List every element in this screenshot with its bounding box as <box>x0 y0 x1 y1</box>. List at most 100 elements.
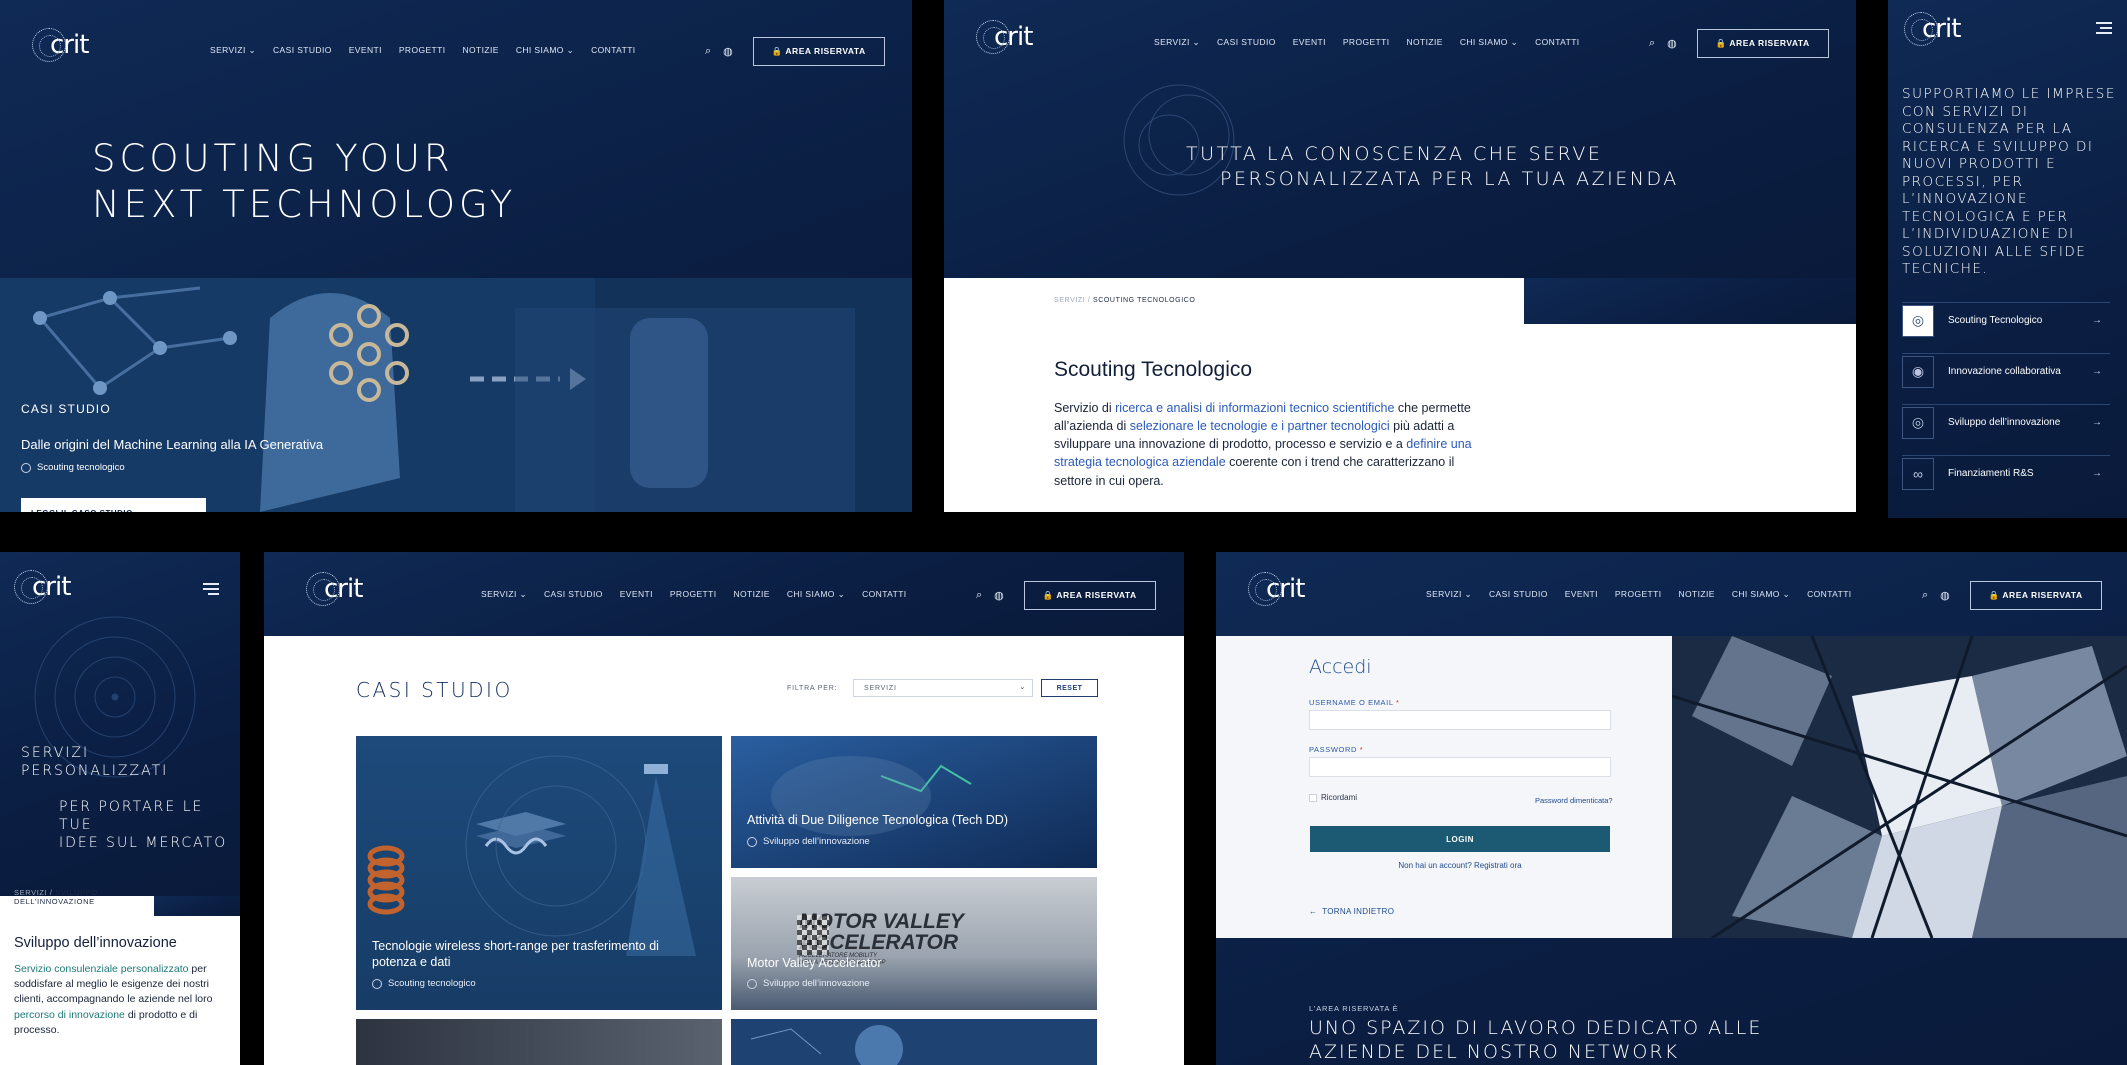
nav-eventi[interactable]: EVENTI <box>620 589 653 600</box>
menu-icon[interactable] <box>2096 22 2112 34</box>
scouting-icon <box>21 462 31 473</box>
back-link[interactable]: ← TORNA INDIETRO <box>1309 907 1394 916</box>
logo[interactable]: crit <box>306 572 363 606</box>
menu-icon[interactable] <box>203 583 219 595</box>
nav-progetti[interactable]: PROGETTI <box>1343 37 1390 48</box>
globe-icon[interactable]: ◍ <box>1667 37 1677 50</box>
nav-notizie[interactable]: NOTIZIE <box>1679 589 1715 600</box>
breadcrumb-servizi[interactable]: SERVIZI <box>1054 297 1085 304</box>
nav-progetti[interactable]: PROGETTI <box>1615 589 1662 600</box>
search-icon[interactable]: ⌕ <box>705 45 711 58</box>
username-label: USERNAME O EMAIL * <box>1309 698 1400 707</box>
nav-notizie[interactable]: NOTIZIE <box>463 45 499 56</box>
nav-chi-siamo[interactable]: CHI SIAMO ⌄ <box>1732 589 1790 600</box>
login-title: Accedi <box>1309 656 1372 678</box>
arrow-right-icon: → <box>2092 417 2102 428</box>
nav-casi-studio[interactable]: CASI STUDIO <box>1217 37 1276 48</box>
read-case-button[interactable]: LEGGI IL CASO STUDIO <box>21 498 206 512</box>
case-tag: Scouting tecnologico <box>21 462 125 473</box>
search-icon[interactable]: ⌕ <box>1649 37 1655 50</box>
logo[interactable]: crit <box>32 28 89 62</box>
breadcrumb: SERVIZI / SCOUTING TECNOLOGICO <box>1054 297 1196 304</box>
area-riservata-button[interactable]: 🔒 AREA RISERVATA <box>1023 581 1156 610</box>
nav-notizie[interactable]: NOTIZIE <box>734 589 770 600</box>
development-icon <box>747 836 757 847</box>
nav-servizi[interactable]: SERVIZI ⌄ <box>210 45 256 56</box>
logo-mark-icon <box>32 28 66 62</box>
panel-scouting-page: crit SERVIZI ⌄ CASI STUDIO EVENTI PROGET… <box>944 0 1856 512</box>
globe-icon[interactable]: ◍ <box>994 589 1004 602</box>
nav-progetti[interactable]: PROGETTI <box>399 45 446 56</box>
hero-title: TUTTA LA CONOSCENZA CHE SERVE PERSONALIZZ… <box>1186 143 1679 190</box>
case-card[interactable]: MOTOR VALLEY ACCELERATOR ACCELERATORE MOBI… <box>731 877 1097 1010</box>
mission-statement: SUPPORTIAMO LE IMPRESE CON SERVIZI DI CO… <box>1902 86 2116 277</box>
logo[interactable]: crit <box>1904 12 1961 46</box>
logo[interactable]: crit <box>1248 572 1305 606</box>
page-title: CASI STUDIO <box>356 678 513 702</box>
area-riservata-button[interactable]: 🔒 AREA RISERVATA <box>1696 29 1829 58</box>
development-icon <box>747 978 757 989</box>
nav-contatti[interactable]: CONTATTI <box>1535 37 1579 48</box>
forgot-password-link[interactable]: Password dimenticata? <box>1535 796 1613 805</box>
scouting-icon <box>372 978 382 989</box>
area-riservata-button[interactable]: 🔒 AREA RISERVATA <box>1969 581 2102 610</box>
nav-eventi[interactable]: EVENTI <box>1565 589 1598 600</box>
hero-title: SCOUTING YOUR NEXT TECHNOLOGY <box>92 137 517 226</box>
reset-button[interactable]: RESET <box>1041 679 1098 697</box>
remember-checkbox[interactable]: Ricordami <box>1309 793 1357 802</box>
nav-servizi[interactable]: SERVIZI ⌄ <box>1154 37 1200 48</box>
funding-icon: ∞ <box>1902 457 1934 490</box>
case-card[interactable]: Tecnologie wireless short-range per tras… <box>356 736 722 1010</box>
case-card[interactable]: Attività di Due Diligence Tecnologica (T… <box>731 736 1097 868</box>
nav-notizie[interactable]: NOTIZIE <box>1407 37 1443 48</box>
nav-contatti[interactable]: CONTATTI <box>591 45 635 56</box>
nav-casi-studio[interactable]: CASI STUDIO <box>544 589 603 600</box>
main-nav: SERVIZI ⌄ CASI STUDIO EVENTI PROGETTI NO… <box>210 45 636 56</box>
nav-servizi[interactable]: SERVIZI ⌄ <box>1426 589 1472 600</box>
main-nav: SERVIZI ⌄ CASI STUDIO EVENTI PROGETTI NO… <box>481 589 907 600</box>
search-icon[interactable]: ⌕ <box>976 589 982 602</box>
search-icon[interactable]: ⌕ <box>1922 589 1928 602</box>
password-field[interactable] <box>1309 757 1611 777</box>
menu-item-innovazione[interactable]: ◉ Innovazione collaborativa → <box>1902 353 2110 389</box>
nav-servizi[interactable]: SERVIZI ⌄ <box>481 589 527 600</box>
panel-mobile-menu: crit SUPPORTIAMO LE IMPRESE CON SERVIZI … <box>1888 0 2127 518</box>
main-nav: SERVIZI ⌄ CASI STUDIO EVENTI PROGETTI NO… <box>1154 37 1580 48</box>
nav-eventi[interactable]: EVENTI <box>1293 37 1326 48</box>
ai-illustration <box>750 1025 903 1065</box>
nav-contatti[interactable]: CONTATTI <box>1807 589 1851 600</box>
username-field[interactable] <box>1309 710 1611 730</box>
nav-progetti[interactable]: PROGETTI <box>670 589 717 600</box>
logo-mark-icon <box>1904 12 1938 46</box>
case-title[interactable]: Dalle origini del Machine Learning alla … <box>21 437 323 452</box>
arrow-right-icon: → <box>2092 468 2102 479</box>
menu-item-scouting[interactable]: ◎ Scouting Tecnologico → <box>1902 302 2110 338</box>
logo[interactable]: crit <box>14 570 71 604</box>
register-link[interactable]: Non hai un account? Registrati ora <box>1310 861 1610 870</box>
architecture-photo <box>1672 636 2127 938</box>
panel-home-hero: crit SERVIZI ⌄ CASI STUDIO EVENTI PROGET… <box>0 0 912 512</box>
area-riservata-button[interactable]: 🔒 AREA RISERVATA <box>752 37 885 66</box>
arrow-right-icon: → <box>2092 366 2102 377</box>
nav-casi-studio[interactable]: CASI STUDIO <box>273 45 332 56</box>
collaboration-icon: ◉ <box>1902 355 1934 388</box>
nav-contatti[interactable]: CONTATTI <box>862 589 906 600</box>
logo-mark-icon <box>1248 572 1282 606</box>
logo[interactable]: crit <box>976 20 1033 54</box>
globe-icon[interactable]: ◍ <box>1940 589 1950 602</box>
case-card[interactable] <box>356 1019 722 1065</box>
finance-illustration <box>771 756 972 836</box>
menu-item-sviluppo[interactable]: ◎ Sviluppo dell’innovazione → <box>1902 404 2110 440</box>
menu-item-finanziamenti[interactable]: ∞ Finanziamenti R&S → <box>1902 455 2110 491</box>
nav-chi-siamo[interactable]: CHI SIAMO ⌄ <box>1460 37 1518 48</box>
logo-mark-icon <box>14 570 48 604</box>
nav-chi-siamo[interactable]: CHI SIAMO ⌄ <box>787 589 845 600</box>
case-card[interactable] <box>731 1019 1097 1065</box>
globe-icon[interactable]: ◍ <box>723 45 733 58</box>
hero-title: SERVIZI PERSONALIZZATI PER PORTARE LE TUE… <box>21 745 228 851</box>
nav-eventi[interactable]: EVENTI <box>349 45 382 56</box>
login-button[interactable]: LOGIN <box>1310 826 1610 852</box>
filter-select[interactable]: SERVIZI ⌄ <box>853 679 1033 697</box>
nav-chi-siamo[interactable]: CHI SIAMO ⌄ <box>516 45 574 56</box>
nav-casi-studio[interactable]: CASI STUDIO <box>1489 589 1548 600</box>
